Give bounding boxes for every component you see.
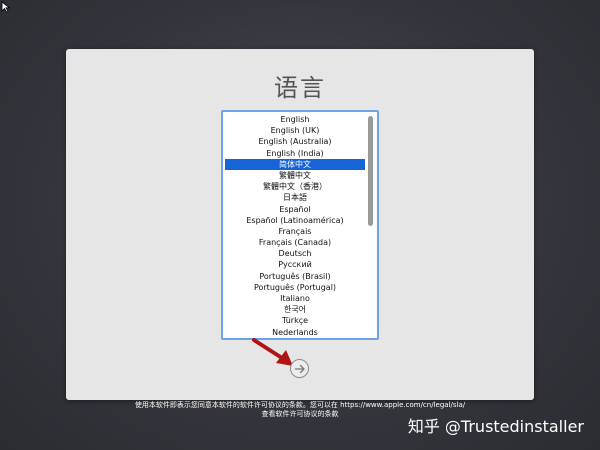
language-option[interactable]: English (Australia) (225, 136, 365, 147)
language-option[interactable]: 한국어 (225, 304, 365, 315)
watermark: 知乎 @Trustedinstaller (407, 417, 584, 436)
mouse-pointer-icon (1, 1, 11, 13)
language-option[interactable]: Français (Canada) (225, 237, 365, 248)
language-option[interactable]: Deutsch (225, 248, 365, 259)
language-option[interactable]: Türkçe (225, 315, 365, 326)
license-notice: 使用本软件即表示您同意本软件的软件许可协议的条款。您可以在 https://ww… (134, 401, 466, 409)
language-option[interactable]: English (UK) (225, 125, 365, 136)
language-option[interactable]: Português (Portugal) (225, 282, 365, 293)
language-option[interactable]: Français (225, 226, 365, 237)
scrollbar[interactable] (367, 114, 375, 336)
page-title: 语言 (274, 74, 326, 102)
language-option[interactable]: 简体中文 (225, 158, 365, 170)
language-option[interactable]: Português (Brasil) (225, 271, 365, 282)
language-option[interactable]: English (India) (225, 148, 365, 159)
language-option[interactable]: 日本語 (225, 192, 365, 203)
language-option[interactable]: Español (225, 204, 365, 215)
language-option[interactable]: Русский (225, 259, 365, 270)
arrow-right-icon (294, 364, 305, 373)
language-option[interactable]: English (225, 114, 365, 125)
language-option[interactable]: 繁體中文 (225, 170, 365, 181)
annotation-arrow-icon (252, 338, 293, 366)
language-list[interactable]: English English (UK) English (Australia) En… (221, 110, 379, 340)
language-option[interactable]: 繁體中文（香港） (225, 181, 365, 192)
scrollbar-thumb[interactable] (368, 116, 373, 226)
continue-button[interactable] (290, 359, 309, 378)
language-list-items: English English (UK) English (Australia) En… (225, 114, 365, 338)
language-option[interactable]: Español (Latinoamérica) (225, 215, 365, 226)
language-option[interactable]: Italiano (225, 293, 365, 304)
